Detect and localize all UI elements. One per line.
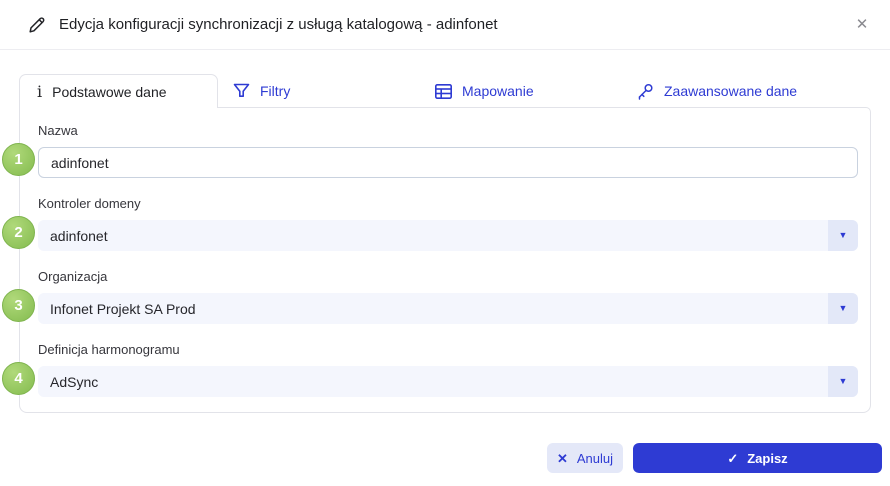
info-icon: i: [37, 84, 42, 100]
organizacja-select[interactable]: Infonet Projekt SA Prod ▼: [38, 293, 858, 324]
step-badge-3: 3: [2, 289, 35, 322]
funnel-icon: [233, 83, 250, 99]
cancel-button[interactable]: ✕ Anuluj: [547, 443, 623, 473]
key-icon: [637, 83, 654, 100]
definicja-harmonogramu-select[interactable]: AdSync ▼: [38, 366, 858, 397]
selected-value: AdSync: [50, 374, 98, 390]
kontroler-domeny-select[interactable]: adinfonet ▼: [38, 220, 858, 251]
tab-label: Podstawowe dane: [52, 84, 166, 100]
chevron-down-icon: ▼: [839, 231, 848, 240]
step-badge-2: 2: [2, 216, 35, 249]
selected-value: adinfonet: [50, 228, 108, 244]
tab-zaawansowane-dane[interactable]: Zaawansowane dane: [622, 74, 824, 108]
dialog-title: Edycja konfiguracji synchronizacji z usł…: [59, 16, 498, 33]
tab-bar: i Podstawowe dane Filtry Mapowanie: [19, 74, 871, 108]
tab-label: Filtry: [260, 83, 290, 99]
nazwa-input[interactable]: [38, 147, 858, 178]
dropdown-arrow-button[interactable]: ▼: [828, 366, 858, 397]
tab-filtry[interactable]: Filtry: [218, 74, 420, 108]
chevron-down-icon: ▼: [839, 377, 848, 386]
check-icon: ✓: [727, 452, 738, 465]
x-icon: ✕: [557, 452, 568, 465]
field-label-nazwa: Nazwa: [38, 123, 858, 138]
tab-label: Mapowanie: [462, 83, 534, 99]
dropdown-arrow-button[interactable]: ▼: [828, 220, 858, 251]
basic-data-panel: 1 Nazwa 2 Kontroler domeny adinfonet ▼ 3…: [19, 107, 871, 413]
field-kontroler-domeny: 2 Kontroler domeny adinfonet ▼: [38, 196, 858, 251]
table-icon: [435, 84, 452, 99]
tab-label: Zaawansowane dane: [664, 83, 797, 99]
field-organizacja: 3 Organizacja Infonet Projekt SA Prod ▼: [38, 269, 858, 324]
dialog-footer: ✕ Anuluj ✓ Zapisz: [547, 443, 882, 473]
save-button[interactable]: ✓ Zapisz: [633, 443, 882, 473]
close-icon[interactable]: ✕: [850, 12, 874, 36]
field-definicja-harmonogramu: 4 Definicja harmonogramu AdSync ▼: [38, 342, 858, 397]
tab-podstawowe-dane[interactable]: i Podstawowe dane: [19, 74, 218, 108]
save-button-label: Zapisz: [747, 451, 787, 466]
selected-value: Infonet Projekt SA Prod: [50, 301, 196, 317]
edit-pencil-icon: [28, 16, 46, 34]
field-label-kontroler-domeny: Kontroler domeny: [38, 196, 858, 211]
dialog-header: Edycja konfiguracji synchronizacji z usł…: [0, 0, 890, 50]
dropdown-arrow-button[interactable]: ▼: [828, 293, 858, 324]
cancel-button-label: Anuluj: [577, 451, 613, 466]
field-nazwa: 1 Nazwa: [38, 123, 858, 178]
field-label-definicja-harmonogramu: Definicja harmonogramu: [38, 342, 858, 357]
step-badge-4: 4: [2, 362, 35, 395]
step-badge-1: 1: [2, 143, 35, 176]
field-label-organizacja: Organizacja: [38, 269, 858, 284]
tab-mapowanie[interactable]: Mapowanie: [420, 74, 622, 108]
chevron-down-icon: ▼: [839, 304, 848, 313]
